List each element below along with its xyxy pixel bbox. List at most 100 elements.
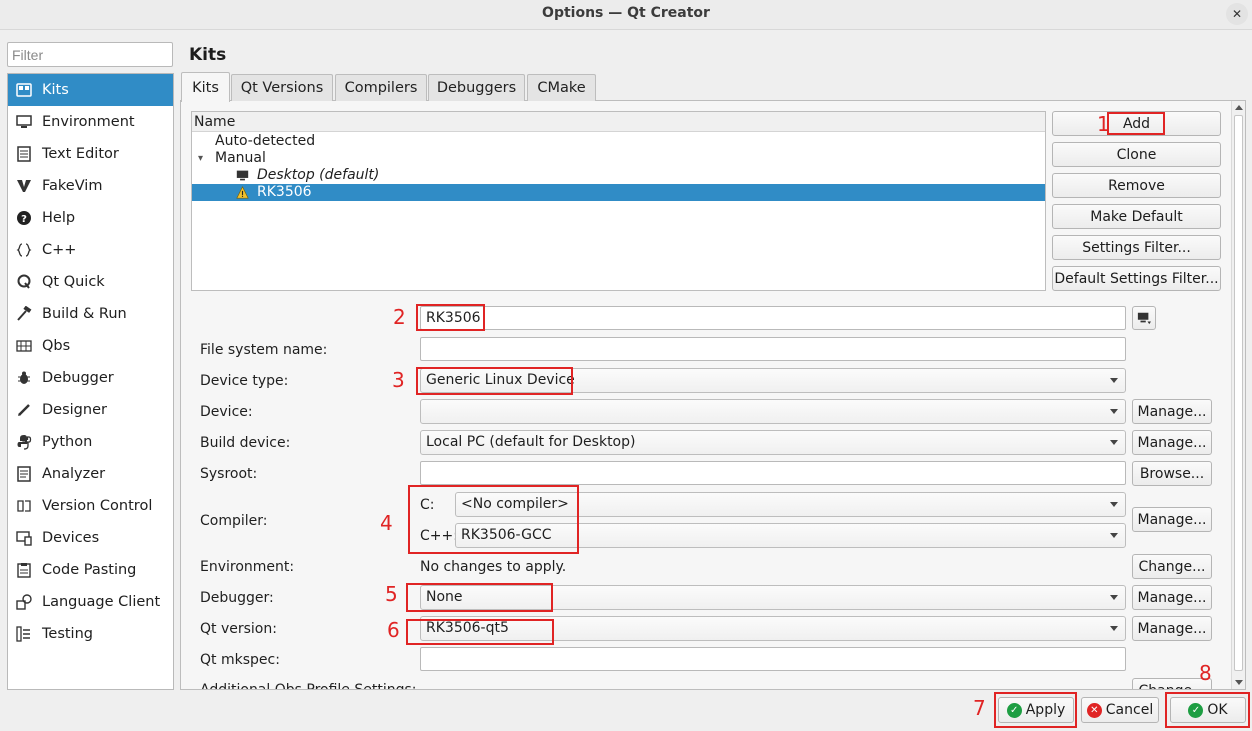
sidebar-item-analyzer[interactable]: Analyzer [8, 458, 173, 490]
qt-version-combo[interactable]: RK3506-qt5 [420, 616, 1126, 641]
tab-cmake[interactable]: CMake [527, 74, 596, 101]
sidebar-item-label: Version Control [42, 498, 153, 514]
tab-debuggers[interactable]: Debuggers [428, 74, 525, 101]
sidebar-item-cpp[interactable]: C++ [8, 234, 173, 266]
tab-compilers[interactable]: Compilers [335, 74, 427, 101]
annotation-number-7: 7 [973, 696, 986, 720]
apply-label: Apply [1025, 702, 1066, 718]
chevron-down-icon [1110, 440, 1118, 445]
tree-row-desktop[interactable]: Desktop (default) [192, 167, 1045, 184]
compiler-cpp-value: RK3506-GCC [461, 527, 552, 543]
tree-header-name[interactable]: Name [192, 112, 1045, 132]
qt-version-manage-button[interactable]: Manage... [1132, 616, 1212, 641]
python-icon [14, 432, 34, 452]
debugger-combo[interactable]: None [420, 585, 1126, 610]
qbs-profile-label: Additional Qbs Profile Settings: [200, 681, 417, 689]
clipboard-icon [14, 560, 34, 580]
sidebar-item-code-pasting[interactable]: Code Pasting [8, 554, 173, 586]
kits-tree[interactable]: Name Auto-detected ▾ Manual Desktop (def… [191, 111, 1046, 291]
scroll-down-icon[interactable] [1235, 680, 1243, 685]
ok-label: OK [1207, 702, 1228, 718]
pen-icon [14, 400, 34, 420]
compiler-manage-button[interactable]: Manage... [1132, 507, 1212, 532]
qbs-icon [14, 336, 34, 356]
settings-filter-button[interactable]: Settings Filter... [1052, 235, 1221, 260]
tree-row-label: Manual [215, 150, 266, 166]
page-title: Kits [189, 45, 227, 65]
form-scrollbar[interactable] [1231, 101, 1245, 689]
compiler-cpp-combo[interactable]: RK3506-GCC [455, 523, 1126, 548]
sidebar-item-fakevim[interactable]: FakeVim [8, 170, 173, 202]
sysroot-input[interactable] [420, 461, 1126, 485]
make-default-button[interactable]: Make Default [1052, 204, 1221, 229]
environment-change-button[interactable]: Change... [1132, 554, 1212, 579]
testing-icon [14, 624, 34, 644]
sidebar-item-build-run[interactable]: Build & Run [8, 298, 173, 330]
compiler-label: Compiler: [200, 513, 268, 529]
bug-icon [14, 368, 34, 388]
sidebar-item-designer[interactable]: Designer [8, 394, 173, 426]
sidebar-item-debugger[interactable]: Debugger [8, 362, 173, 394]
ok-button[interactable]: ✓ OK [1170, 697, 1246, 723]
warning-icon [236, 186, 257, 199]
tab-kits[interactable]: Kits [181, 72, 230, 102]
sidebar-item-kits[interactable]: Kits [8, 74, 173, 106]
sidebar-item-help[interactable]: ? Help [8, 202, 173, 234]
chevron-down-icon [1110, 502, 1118, 507]
debugger-manage-button[interactable]: Manage... [1132, 585, 1212, 610]
tree-row-rk3506[interactable]: RK3506 [192, 184, 1045, 201]
sysroot-browse-button[interactable]: Browse... [1132, 461, 1212, 486]
sidebar-item-testing[interactable]: Testing [8, 618, 173, 650]
build-device-manage-button[interactable]: Manage... [1132, 430, 1212, 455]
sidebar-item-qt-quick[interactable]: Qt Quick [8, 266, 173, 298]
qt-version-value: RK3506-qt5 [426, 620, 509, 636]
chevron-down-icon[interactable]: ▾ [198, 150, 215, 167]
add-button[interactable]: Add [1052, 111, 1221, 136]
tree-row-manual[interactable]: ▾ Manual [192, 150, 1045, 167]
remove-button[interactable]: Remove [1052, 173, 1221, 198]
qt-mkspec-input[interactable] [420, 647, 1126, 671]
kit-icon-button[interactable] [1132, 306, 1156, 330]
cancel-label: Cancel [1105, 702, 1154, 718]
chevron-down-icon [1110, 409, 1118, 414]
version-control-icon [14, 496, 34, 516]
kit-name-input[interactable]: RK3506 [420, 306, 1126, 330]
tab-qt-versions[interactable]: Qt Versions [231, 74, 333, 101]
close-window-button[interactable]: ✕ [1226, 3, 1248, 25]
sidebar-item-devices[interactable]: Devices [8, 522, 173, 554]
chevron-down-icon [1110, 378, 1118, 383]
tree-row-auto-detected[interactable]: Auto-detected [192, 133, 1045, 150]
sidebar-item-label: Kits [42, 82, 69, 98]
device-combo[interactable] [420, 399, 1126, 424]
annotation-number-5: 5 [385, 582, 398, 606]
close-icon: ✕ [1231, 7, 1243, 21]
scrollbar-thumb[interactable] [1234, 115, 1243, 671]
apply-button[interactable]: ✓ Apply [998, 697, 1074, 723]
device-manage-button[interactable]: Manage... [1132, 399, 1212, 424]
chevron-down-icon [1110, 626, 1118, 631]
text-editor-icon [14, 144, 34, 164]
clone-button[interactable]: Clone [1052, 142, 1221, 167]
tree-row-label: Auto-detected [215, 133, 316, 149]
tree-row-label: RK3506 [257, 184, 312, 200]
sidebar-item-label: Help [42, 210, 76, 226]
sidebar-item-label: Testing [42, 626, 93, 642]
cancel-button[interactable]: ✕ Cancel [1081, 697, 1159, 723]
chevron-down-icon [1110, 533, 1118, 538]
device-label: Device: [200, 404, 253, 420]
sidebar-item-version-control[interactable]: Version Control [8, 490, 173, 522]
default-settings-filter-button[interactable]: Default Settings Filter... [1052, 266, 1221, 291]
sidebar-item-qbs[interactable]: Qbs [8, 330, 173, 362]
sidebar-item-text-editor[interactable]: Text Editor [8, 138, 173, 170]
scroll-up-icon[interactable] [1235, 105, 1243, 110]
help-icon: ? [14, 208, 34, 228]
filter-input[interactable] [7, 42, 173, 67]
compiler-c-combo[interactable]: <No compiler> [455, 492, 1126, 517]
sidebar-item-python[interactable]: Python [8, 426, 173, 458]
sidebar-item-environment[interactable]: Environment [8, 106, 173, 138]
device-type-combo[interactable]: Generic Linux Device [420, 368, 1126, 393]
fakevim-icon [14, 176, 34, 196]
build-device-combo[interactable]: Local PC (default for Desktop) [420, 430, 1126, 455]
file-system-name-input[interactable] [420, 337, 1126, 361]
sidebar-item-language-client[interactable]: Language Client [8, 586, 173, 618]
